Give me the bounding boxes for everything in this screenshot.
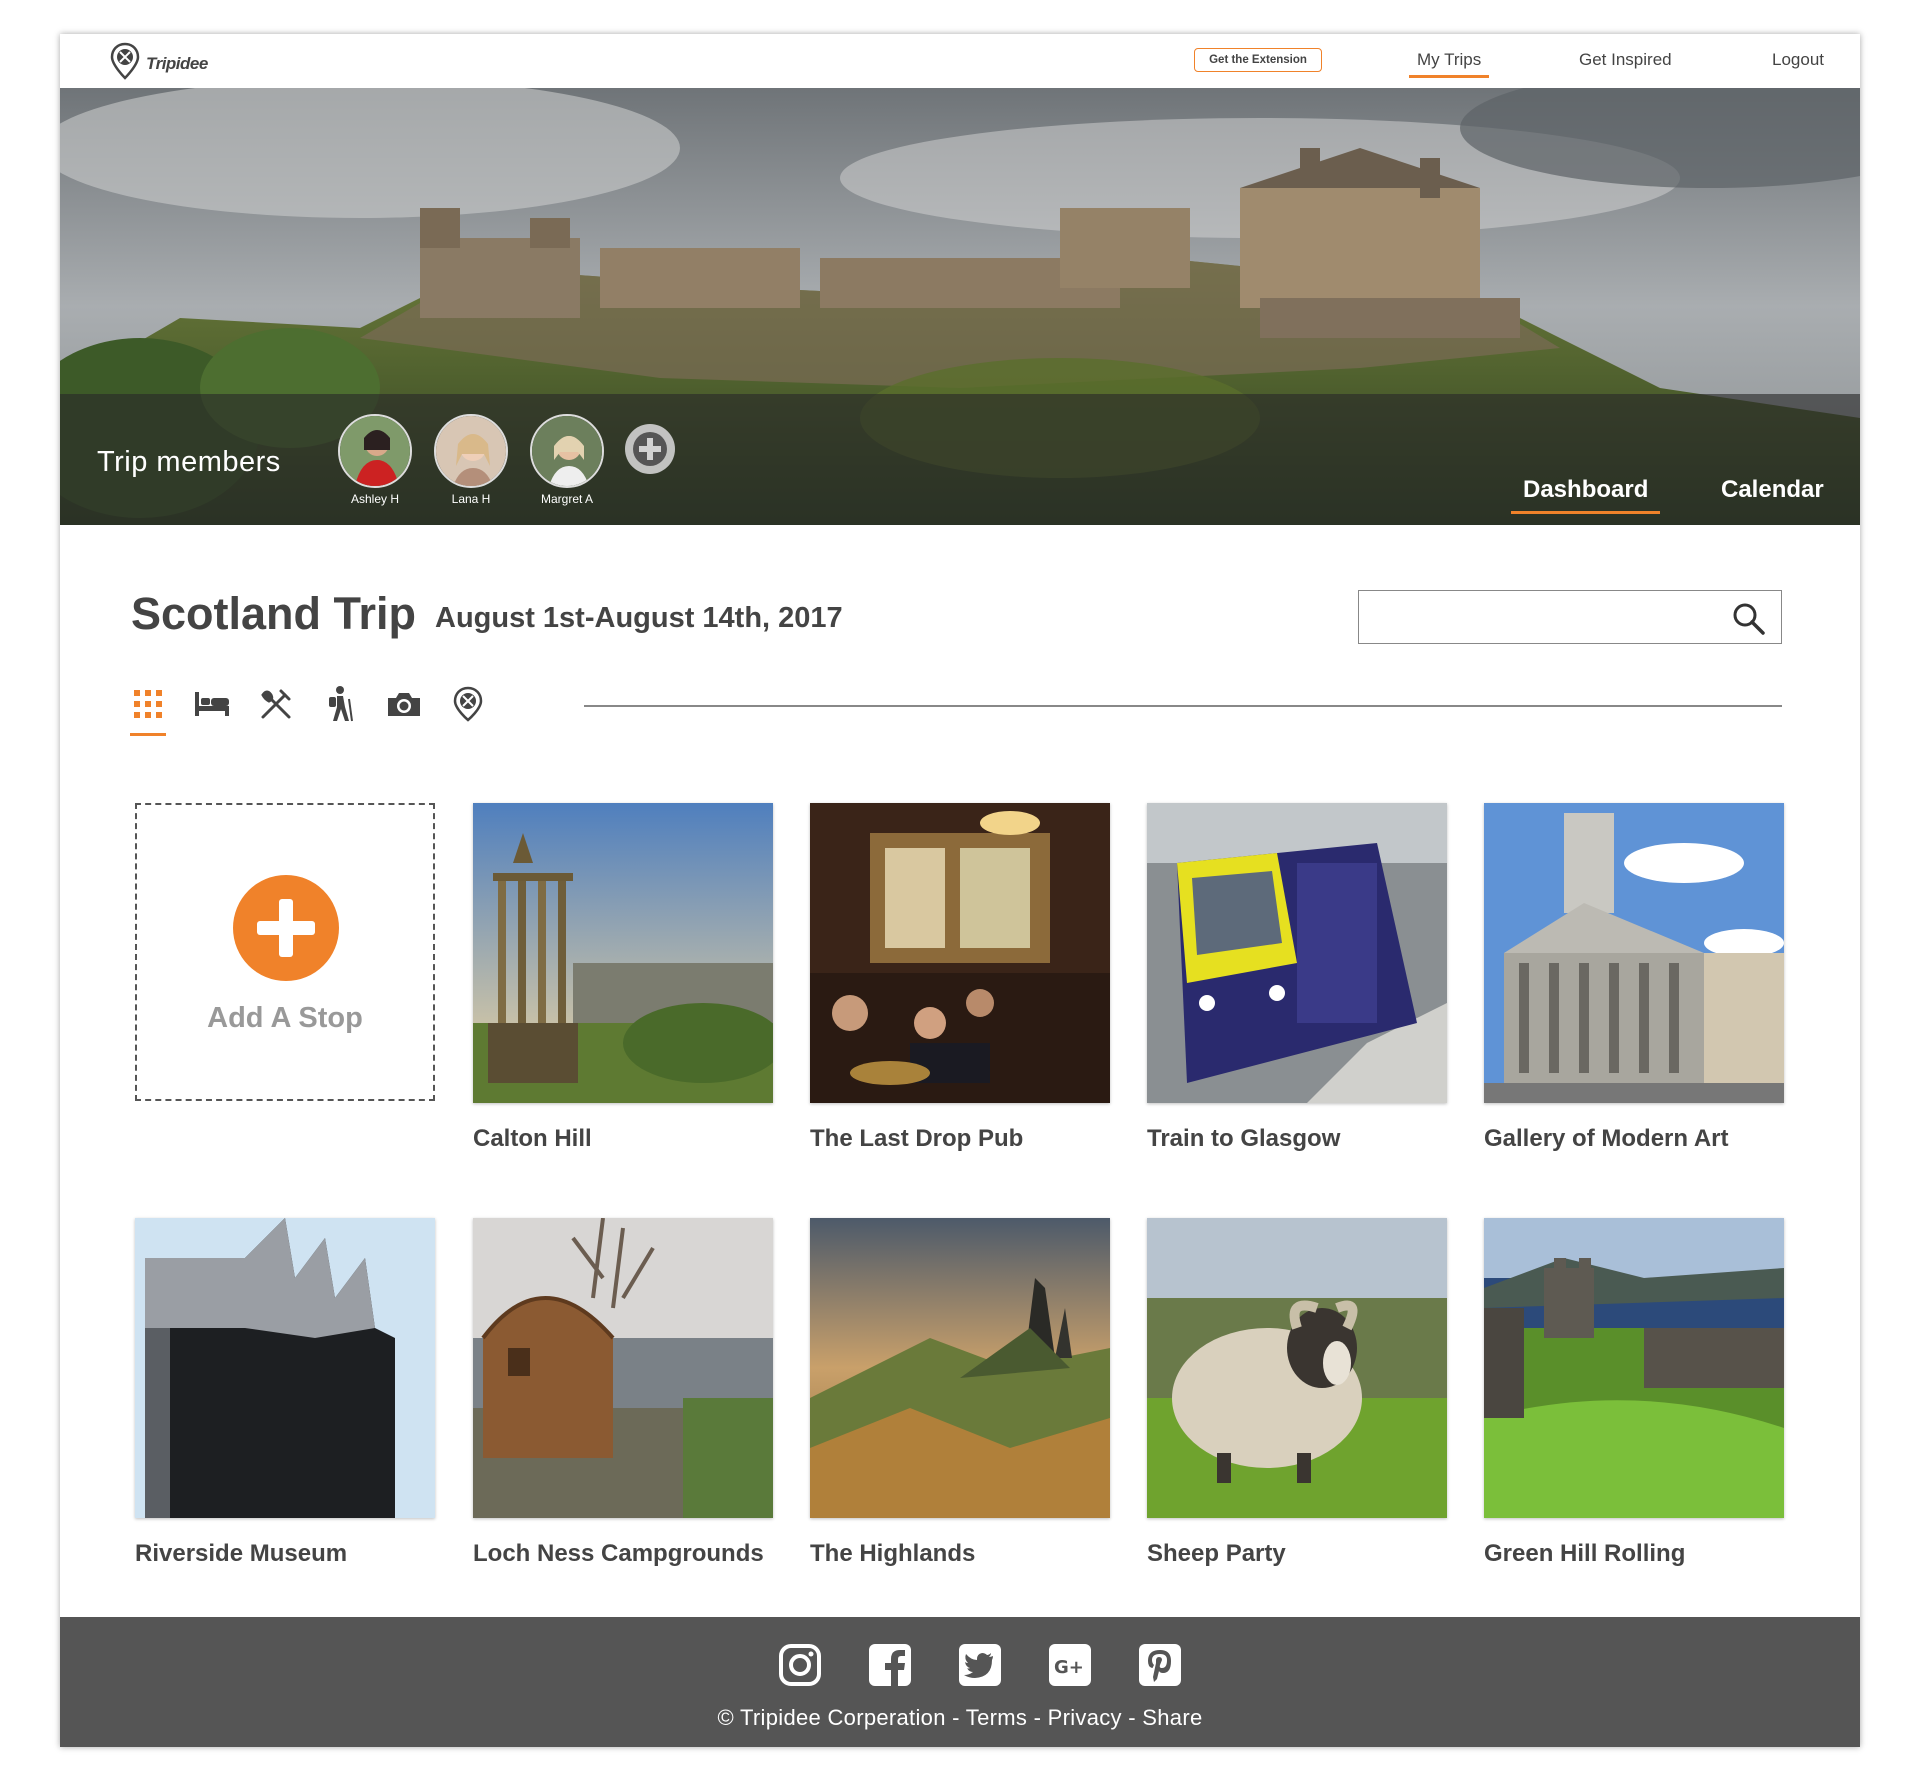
stop-card-sheep-party[interactable]: Sheep Party xyxy=(1147,1218,1447,1568)
stop-card-loch-ness-campgrounds[interactable]: Loch Ness Campgrounds xyxy=(473,1218,773,1568)
stop-photo[interactable] xyxy=(1147,1218,1447,1518)
app-frame: Tripidee Get the Extension My Trips Get … xyxy=(60,34,1860,1747)
filter-food[interactable] xyxy=(256,686,296,726)
utensils-icon xyxy=(259,687,293,726)
stop-photo[interactable] xyxy=(1147,803,1447,1103)
bed-icon xyxy=(194,690,230,723)
stop-card-calton-hill[interactable]: Calton Hill xyxy=(473,803,773,1153)
top-nav: Tripidee Get the Extension My Trips Get … xyxy=(60,34,1860,88)
member-name: Lana H xyxy=(451,492,491,506)
footer: G+ © Tripidee Corperation - Terms - Priv… xyxy=(60,1617,1860,1747)
camera-icon xyxy=(386,690,422,723)
nav-logout[interactable]: Logout xyxy=(1772,50,1824,70)
stop-photo[interactable] xyxy=(1484,1218,1784,1518)
member-name: Ashley H xyxy=(350,492,400,506)
tripidee-pin-icon xyxy=(110,42,140,85)
plus-circle-icon xyxy=(233,875,339,981)
member-name: Margret A xyxy=(540,492,594,506)
filter-lodging[interactable] xyxy=(192,686,232,726)
search-box[interactable] xyxy=(1358,590,1782,644)
tripidee-pin-icon xyxy=(453,686,483,727)
add-stop-card[interactable]: Add A Stop xyxy=(135,803,435,1101)
brand-logo[interactable]: Tripidee xyxy=(110,42,208,85)
grid-icon xyxy=(133,689,163,724)
hiker-icon xyxy=(325,685,355,728)
stop-name[interactable]: Green Hill Rolling xyxy=(1484,1540,1784,1568)
twitter-icon[interactable] xyxy=(958,1643,1002,1687)
stop-name[interactable]: Train to Glasgow xyxy=(1147,1125,1447,1153)
nav-my-trips[interactable]: My Trips xyxy=(1408,50,1490,78)
stop-photo[interactable] xyxy=(473,803,773,1103)
member-margret[interactable]: Margret A xyxy=(528,414,606,506)
add-stop-label: Add A Stop xyxy=(207,1002,363,1034)
member-ashley[interactable]: Ashley H xyxy=(336,414,414,506)
filter-sights[interactable] xyxy=(384,686,424,726)
avatar[interactable] xyxy=(434,414,508,488)
stop-card-gallery-of-modern-art[interactable]: Gallery of Modern Art xyxy=(1484,803,1784,1153)
stop-card-green-hill-rolling[interactable]: Green Hill Rolling xyxy=(1484,1218,1784,1568)
stop-photo[interactable] xyxy=(473,1218,773,1518)
search-icon[interactable] xyxy=(1731,601,1767,642)
stop-photo[interactable] xyxy=(810,1218,1110,1518)
stop-card-train-to-glasgow[interactable]: Train to Glasgow xyxy=(1147,803,1447,1153)
stop-card-last-drop-pub[interactable]: The Last Drop Pub xyxy=(810,803,1110,1153)
trip-dates: August 1st-August 14th, 2017 xyxy=(435,602,843,634)
stop-card-riverside-museum[interactable]: Riverside Museum xyxy=(135,1218,435,1568)
trip-members-label: Trip members xyxy=(97,446,281,478)
nav-get-inspired[interactable]: Get Inspired xyxy=(1579,50,1672,70)
get-extension-button[interactable]: Get the Extension xyxy=(1194,48,1322,72)
facebook-icon[interactable] xyxy=(868,1643,912,1687)
stop-name[interactable]: Sheep Party xyxy=(1147,1540,1447,1568)
stop-name[interactable]: Riverside Museum xyxy=(135,1540,435,1568)
filter-all[interactable] xyxy=(128,686,168,736)
stop-name[interactable]: The Last Drop Pub xyxy=(810,1125,1110,1153)
search-input[interactable] xyxy=(1369,599,1713,637)
stop-photo[interactable] xyxy=(810,803,1110,1103)
footer-copyright: © Tripidee Corperation - Terms - Privacy… xyxy=(60,1705,1860,1731)
svg-text:G+: G+ xyxy=(1054,1657,1084,1678)
stop-card-the-highlands[interactable]: The Highlands xyxy=(810,1218,1110,1568)
stop-name[interactable]: The Highlands xyxy=(810,1540,1110,1568)
google-plus-icon[interactable]: G+ xyxy=(1048,1643,1092,1687)
brand-name: Tripidee xyxy=(146,53,208,73)
stop-name[interactable]: Gallery of Modern Art xyxy=(1484,1125,1784,1153)
pinterest-icon[interactable] xyxy=(1138,1643,1182,1687)
stop-photo[interactable] xyxy=(135,1218,435,1518)
hero-banner: Trip members Ashley H Lana H Margret A D… xyxy=(60,88,1860,525)
add-member-button[interactable] xyxy=(625,424,675,474)
filter-divider xyxy=(584,705,1782,707)
tab-dashboard[interactable]: Dashboard xyxy=(1510,476,1661,514)
stop-name[interactable]: Loch Ness Campgrounds xyxy=(473,1540,773,1568)
tab-calendar[interactable]: Calendar xyxy=(1721,476,1824,504)
copyright-icon: © xyxy=(717,1705,734,1730)
trip-members-band: Trip members Ashley H Lana H Margret A D… xyxy=(60,394,1860,525)
stop-name[interactable]: Calton Hill xyxy=(473,1125,773,1153)
stop-photo[interactable] xyxy=(1484,803,1784,1103)
member-lana[interactable]: Lana H xyxy=(432,414,510,506)
page-title: Scotland Trip xyxy=(131,588,417,639)
plus-circle-icon xyxy=(631,430,669,468)
avatar[interactable] xyxy=(530,414,604,488)
filter-other[interactable] xyxy=(448,686,488,726)
filter-activities[interactable] xyxy=(320,685,360,728)
instagram-icon[interactable] xyxy=(778,1643,822,1687)
avatar[interactable] xyxy=(338,414,412,488)
footer-links[interactable]: Tripidee Corperation - Terms - Privacy -… xyxy=(740,1705,1203,1730)
